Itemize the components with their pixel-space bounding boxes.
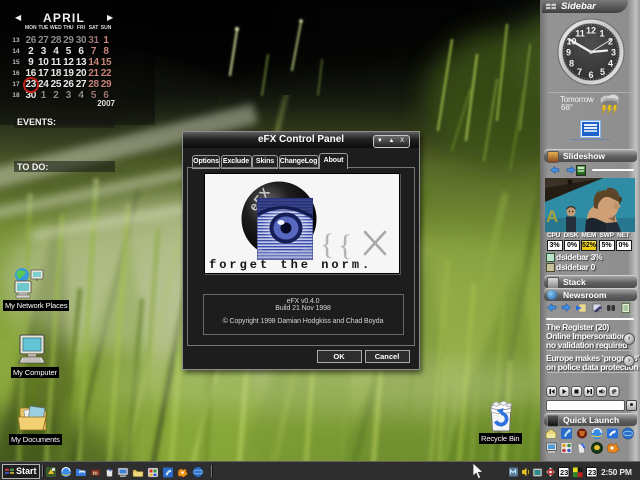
- svg-text:9: 9: [566, 48, 571, 58]
- svg-text:m: m: [93, 471, 98, 477]
- svg-text:5: 5: [600, 67, 605, 77]
- svg-text:12: 12: [586, 26, 596, 36]
- svg-text:7: 7: [577, 67, 582, 77]
- svg-text:3: 3: [611, 48, 616, 58]
- svg-text:{: {: [320, 228, 334, 261]
- svg-text:A: A: [546, 207, 558, 226]
- svg-text:8: 8: [569, 59, 574, 69]
- svg-text:23: 23: [588, 468, 596, 477]
- svg-text:forget the norm.: forget the norm.: [209, 258, 372, 272]
- svg-text:4: 4: [608, 59, 613, 69]
- svg-text:6: 6: [588, 70, 593, 80]
- svg-text:1: 1: [599, 29, 604, 39]
- svg-text:23: 23: [560, 468, 568, 477]
- svg-text:11: 11: [575, 29, 585, 39]
